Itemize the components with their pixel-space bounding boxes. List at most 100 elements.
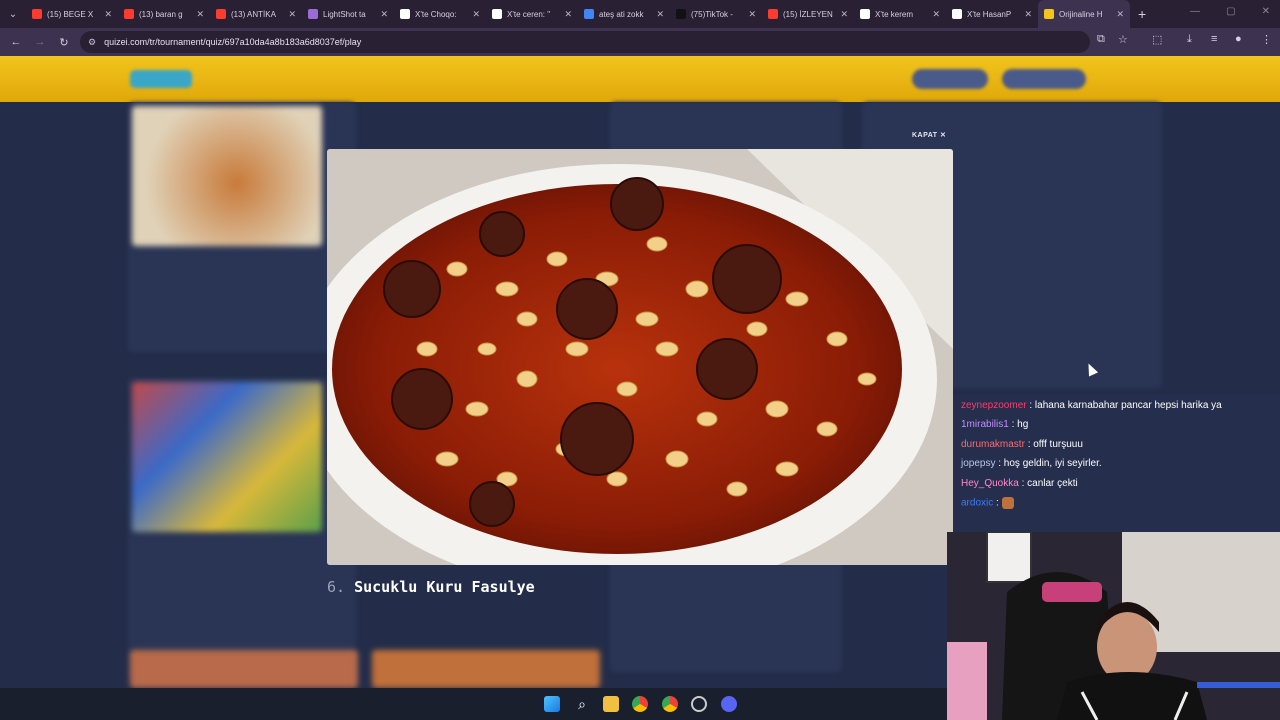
new-tab-plus-icon[interactable]: + (1138, 6, 1146, 22)
chat-text: : hg (1011, 419, 1029, 430)
browser-tab[interactable]: (15) İZLEYEN ✕ (762, 0, 854, 28)
chat-text: : lahana karnabahar pancar hepsi harika … (1029, 400, 1222, 411)
tab-title: (15) İZLEYEN (783, 9, 833, 19)
obs-icon[interactable] (691, 696, 707, 712)
tab-favicon-icon (1044, 9, 1054, 19)
browser-tab[interactable]: X'te kerem ✕ (854, 0, 946, 28)
tab-favicon-icon (676, 9, 686, 19)
tab-favicon-icon (400, 9, 410, 19)
browser-tab[interactable]: (15) BEGE X ✕ (26, 0, 118, 28)
close-window-icon[interactable]: ✕ (1262, 6, 1270, 17)
tab-title: (13) ANTİKA (231, 9, 276, 19)
browser-tab[interactable]: X'te ceren: " ✕ (486, 0, 578, 28)
tab-title: X'te HasanP (967, 9, 1012, 19)
webcam-feed (947, 532, 1280, 720)
extensions-icon[interactable]: ⬚ (1152, 33, 1162, 46)
background-card-image (132, 382, 322, 532)
browser-tab[interactable]: (13) baran g ✕ (118, 0, 210, 28)
site-header (0, 56, 1280, 102)
window-controls: — ▢ ✕ (1190, 6, 1270, 17)
chat-message: 1mirabilis1 : hg (961, 419, 1028, 430)
bean-stew-illustration (327, 149, 953, 565)
bookmark-star-icon[interactable]: ☆ (1118, 33, 1128, 46)
tab-favicon-icon (308, 9, 318, 19)
tab-close-icon[interactable]: ✕ (932, 9, 940, 20)
tab-close-icon[interactable]: ✕ (564, 9, 572, 20)
tab-favicon-icon (768, 9, 778, 19)
chat-message: jopepsy : hoş geldin, iyi seyirler. (961, 458, 1102, 469)
address-bar[interactable]: ⚙ quizei.com/tr/tournament/quiz/697a10da… (80, 31, 1090, 53)
profile-avatar-icon[interactable]: ● (1235, 33, 1242, 45)
more-menu-icon[interactable]: ⋮ (1261, 33, 1272, 46)
browser-tab[interactable]: (13) ANTİKA ✕ (210, 0, 302, 28)
tab-favicon-icon (124, 9, 134, 19)
discord-icon[interactable] (721, 696, 737, 712)
chat-username: durumakmastr (961, 439, 1025, 450)
chat-text: : canlar çekti (1021, 478, 1078, 489)
back-arrow-icon[interactable]: ← (4, 36, 28, 48)
tab-title: X'te ceren: " (507, 9, 551, 19)
tab-title: ateş ati zokk (599, 9, 644, 19)
toolbar: ← → ↻ ⚙ quizei.com/tr/tournament/quiz/69… (0, 28, 1280, 56)
tab-list: (15) BEGE X ✕ (13) baran g ✕ (13) ANTİKA ✕ Lig… (26, 0, 1130, 28)
header-button-blurred-2[interactable] (1002, 69, 1086, 89)
header-button-blurred[interactable] (912, 69, 988, 89)
browser-tab[interactable]: X'te Choqo: ✕ (394, 0, 486, 28)
chrome-icon[interactable] (632, 696, 648, 712)
maximize-icon[interactable]: ▢ (1226, 6, 1235, 17)
tab-search-menu-icon[interactable]: ⌄ (0, 0, 26, 28)
tab-close-icon[interactable]: ✕ (748, 9, 756, 20)
tab-title: (15) BEGE X (47, 9, 94, 19)
start-windows-icon[interactable] (544, 696, 560, 712)
background-card-image (132, 106, 322, 246)
item-number: 6. (327, 578, 346, 596)
chat-username: zeynepzoomer (961, 400, 1027, 411)
browser-tab[interactable]: LightShot ta ✕ (302, 0, 394, 28)
chat-username: 1mirabilis1 (961, 419, 1009, 430)
tab-close-icon[interactable]: ✕ (380, 9, 388, 20)
url-text: quizei.com/tr/tournament/quiz/697a10da4a… (104, 37, 362, 47)
tab-favicon-icon (32, 9, 42, 19)
tab-title: Orijinaline H (1059, 9, 1103, 19)
tab-favicon-icon (584, 9, 594, 19)
tab-close-icon[interactable]: ✕ (196, 9, 204, 20)
browser-tab[interactable]: ateş ati zokk ✕ (578, 0, 670, 28)
translate-icon[interactable]: ⧉ (1097, 33, 1105, 46)
modal-close-button[interactable]: KAPAT ✕ (912, 131, 946, 139)
tab-favicon-icon (952, 9, 962, 19)
tab-close-icon[interactable]: ✕ (656, 9, 664, 20)
tab-strip: ⌄ (15) BEGE X ✕ (13) baran g ✕ (13) ANTİKA ✕ L… (0, 0, 1280, 28)
tab-close-icon[interactable]: ✕ (840, 9, 848, 20)
chrome-profile-icon[interactable] (662, 696, 678, 712)
minimize-icon[interactable]: — (1190, 6, 1200, 17)
chat-message: zeynepzoomer : lahana karnabahar pancar … (961, 400, 1222, 411)
tab-title: X'te kerem (875, 9, 913, 19)
tab-close-icon[interactable]: ✕ (288, 9, 296, 20)
browser-tab[interactable]: Orijinaline H ✕ (1038, 0, 1130, 28)
file-explorer-icon[interactable] (603, 696, 619, 712)
search-icon[interactable]: ⌕ (574, 696, 590, 712)
site-info-icon[interactable]: ⚙ (88, 37, 96, 48)
chat-message: ardoxic : (961, 497, 1014, 509)
chat-username: Hey_Quokka (961, 478, 1019, 489)
site-logo[interactable] (130, 70, 192, 88)
food-image (327, 149, 953, 565)
streamer-webcam-illustration (947, 532, 1280, 720)
tab-title: (75)TikTok - (691, 9, 733, 19)
browser-tab[interactable]: X'te HasanP ✕ (946, 0, 1038, 28)
download-icon[interactable]: ⤓ (1187, 33, 1192, 46)
browser-tab[interactable]: (75)TikTok - ✕ (670, 0, 762, 28)
stream-chat-overlay: zeynepzoomer : lahana karnabahar pancar … (953, 395, 1280, 532)
tab-close-icon[interactable]: ✕ (104, 9, 112, 20)
chat-username: ardoxic (961, 497, 994, 509)
background-card-image (130, 650, 358, 688)
reload-icon[interactable]: ↻ (52, 36, 76, 49)
tab-close-icon[interactable]: ✕ (1116, 9, 1124, 20)
forward-arrow-icon[interactable]: → (28, 36, 52, 48)
tab-close-icon[interactable]: ✕ (1024, 9, 1032, 20)
media-control-icon[interactable]: ≡ (1211, 33, 1217, 45)
chat-message: durumakmastr : offf turşuuu (961, 439, 1083, 450)
tab-favicon-icon (492, 9, 502, 19)
tab-close-icon[interactable]: ✕ (472, 9, 480, 20)
background-card-image (372, 650, 600, 688)
